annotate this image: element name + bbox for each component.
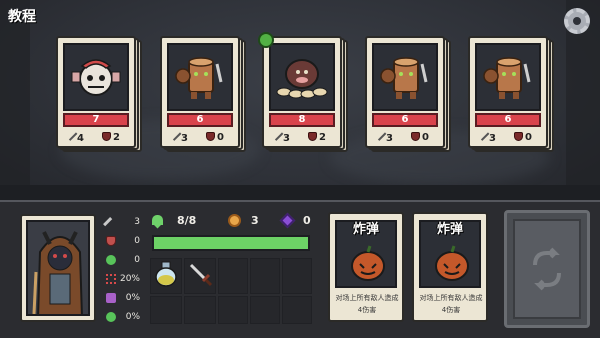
pumpkin-bomb-icon [435,245,469,281]
enemy-card[interactable]: 8 3 2 [258,32,348,154]
horned-hooded-hero-icon [32,231,83,314]
enemy-card-front: 7 4 2 [56,36,136,148]
inventory-slot[interactable] [250,258,280,294]
enemy-stats: 3 0 [475,130,541,145]
armor-stat: 0 [514,132,532,143]
enemy-portrait [269,43,335,111]
enemy-stats: 3 2 [269,130,335,145]
inventory-slot[interactable] [282,258,312,294]
hp-resource: 8/8 [152,211,228,229]
enemy-portrait [372,43,438,111]
gem-icon [279,212,296,228]
armor-stat: 2 [308,132,326,143]
inventory-slot[interactable] [184,296,216,324]
potion-bottle-icon [155,261,177,287]
attribute-row: 20% [106,269,140,288]
inventory-grid [150,258,312,324]
gem-resource: 0 [279,211,322,229]
enemy-portrait [475,43,541,111]
dodge-icon [106,292,116,303]
gold-resource: 3 [228,211,282,229]
shield-icon [411,132,421,141]
armor-stat: 0 [411,132,429,143]
settings-gear-icon[interactable] [564,8,590,34]
attribute-row: 0 [106,250,140,269]
draw-deck-button[interactable] [504,210,590,328]
card-description: 对场上所有敌人造成 4伤害 [419,294,483,314]
enemy-hp-bar: 7 [63,113,129,127]
bomb-skill-card[interactable]: 炸弹 对场上所有敌人造成 4伤害 [328,212,404,322]
attack-stat: 4 [68,131,84,144]
pumpkin-bomb-icon [351,245,385,281]
enemy-hp-bar: 6 [167,113,233,127]
inventory-slot[interactable] [184,258,216,294]
enemy-stats: 4 2 [63,130,129,145]
shield-icon [206,132,216,141]
battle-scene: 教程 7 4 2 6 3 0 8 3 2 6 3 0 6 3 0 [0,0,600,200]
armor-stat: 0 [206,132,224,143]
inventory-slot[interactable] [282,296,312,324]
stump-warrior-monster-icon [380,57,428,99]
attribute-row: 0% [106,288,140,307]
enemy-stats: 3 0 [372,130,438,145]
player-hp-bar [152,235,310,251]
enemy-card[interactable]: 6 3 0 [365,36,451,154]
resource-row: 8/8 3 0 [152,211,322,229]
attribute-row: 0 [106,231,140,250]
deck-face [513,219,581,319]
enemy-card-front: 6 3 0 [160,36,240,148]
ground [0,185,600,200]
card-description: 对场上所有敌人造成 4伤害 [335,294,399,314]
enemy-card[interactable]: 7 4 2 [56,36,142,154]
dagger-icon [189,263,213,287]
armor-stat: 2 [102,132,120,143]
hero-card[interactable] [20,214,96,322]
page-title: 教程 [8,9,36,25]
shield-icon [102,132,112,141]
attack-stat: 3 [274,131,290,144]
enemy-buff-icon [258,32,274,48]
enemy-stats: 3 0 [167,130,233,145]
inventory-slot[interactable] [150,296,182,324]
stump-warrior-monster-icon [483,57,531,99]
enemy-hp-bar: 6 [372,113,438,127]
card-title: 炸弹 [436,222,463,237]
attribute-list: 3 0 0 20% 0% 0% [103,212,140,326]
shield-icon [514,132,524,141]
enemy-card[interactable]: 6 3 0 [160,36,246,154]
enemy-hp-bar: 8 [269,113,335,127]
shield-icon [308,132,318,141]
tree-silhouette [0,0,30,200]
bomb-skill-card[interactable]: 炸弹 对场上所有敌人造成 4伤害 [412,212,488,322]
enemy-hp-bar: 6 [475,113,541,127]
inventory-slot[interactable] [218,258,248,294]
card-title: 炸弹 [352,222,379,237]
mushroom-boar-monster-icon [276,59,328,99]
cycle-arrows-icon [533,247,561,291]
crit-icon [106,273,116,284]
enemy-portrait [167,43,233,111]
enemy-card-front: 8 3 2 [262,36,342,148]
enemy-card[interactable]: 6 3 0 [468,36,554,154]
clover-icon [106,254,116,265]
attribute-row: 3 [103,212,140,231]
heart-icon [152,215,163,225]
attack-stat: 3 [172,131,188,144]
coin-icon [228,213,241,227]
enemy-card-front: 6 3 0 [468,36,548,148]
attribute-row: 0% [106,307,140,326]
attack-stat: 3 [377,131,393,144]
enemy-card-front: 6 3 0 [365,36,445,148]
enemy-portrait [63,43,129,111]
clown-doll-monster-icon [71,59,121,96]
stump-warrior-monster-icon [175,57,223,99]
hero-portrait [26,220,90,316]
attack-stat: 3 [480,131,496,144]
inventory-slot[interactable] [218,296,248,324]
heal-plus-icon [106,311,116,322]
inventory-slot[interactable] [250,296,280,324]
shield-icon [106,235,116,246]
inventory-slot[interactable] [150,258,182,294]
